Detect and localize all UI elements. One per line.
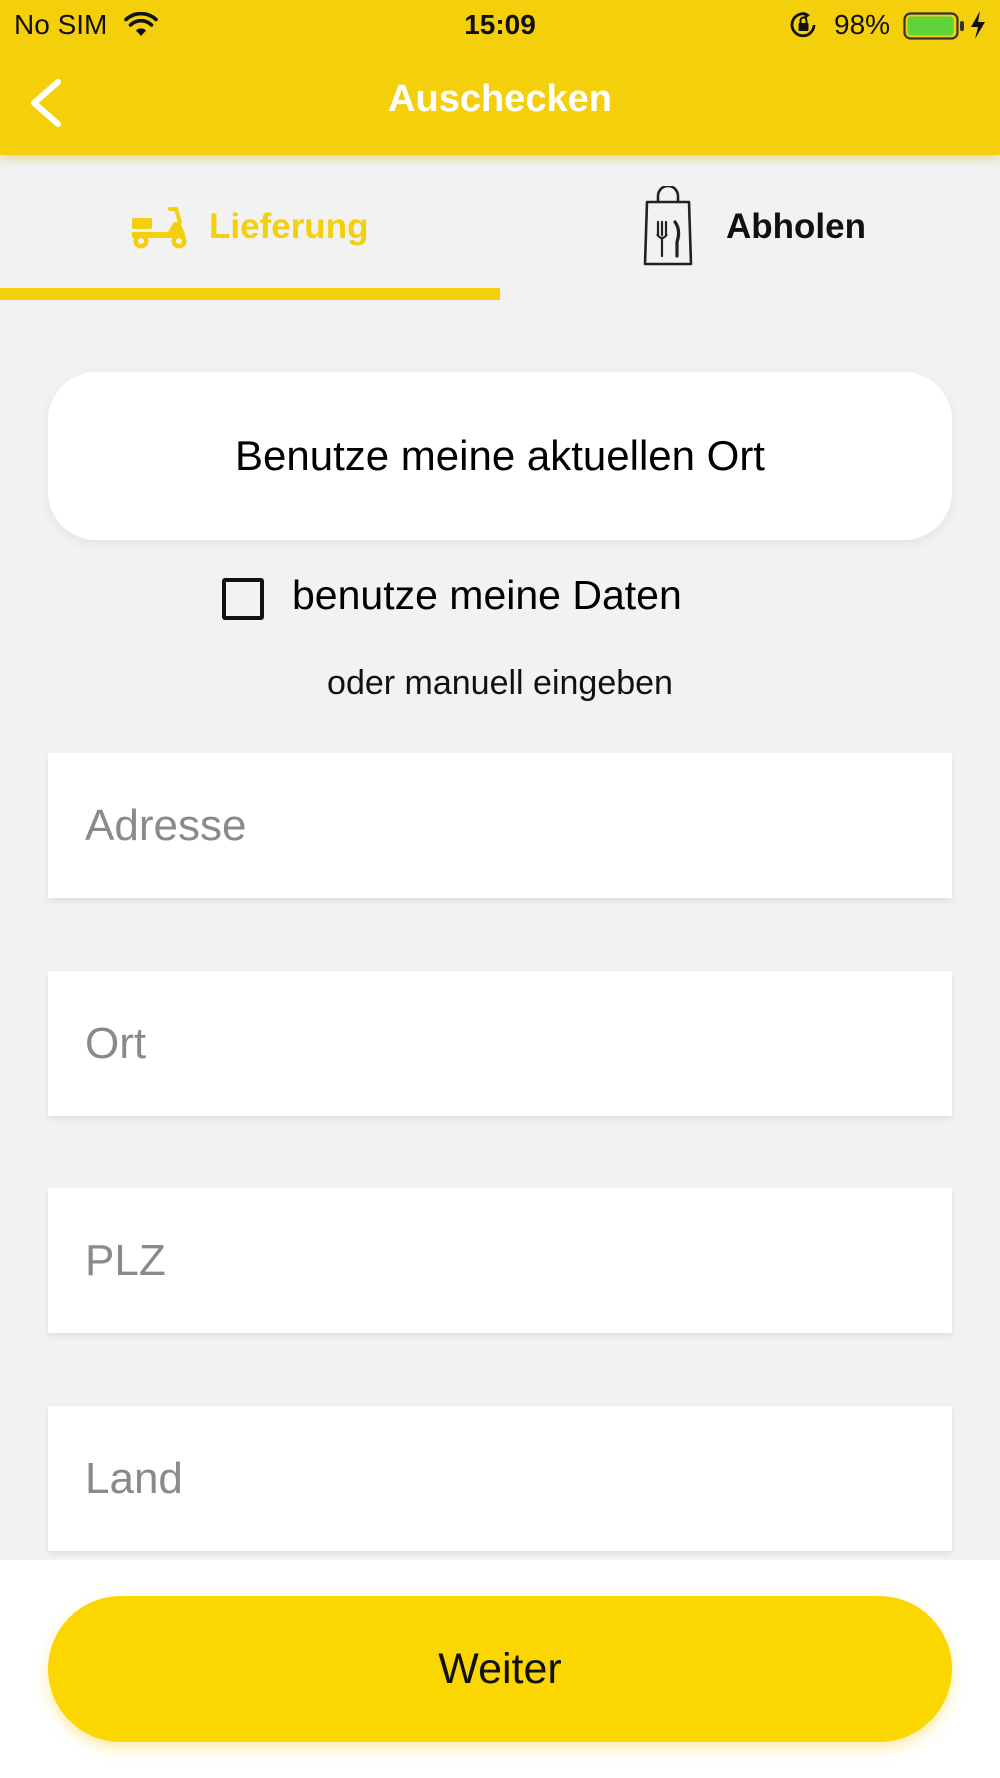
delivery-mode-tabs: Lieferung Abholen [0, 155, 1000, 300]
address-input[interactable] [48, 753, 952, 898]
zip-input[interactable] [48, 1188, 952, 1333]
bottom-bar: Weiter [0, 1560, 1000, 1778]
active-tab-indicator [0, 288, 500, 300]
page-title: Auschecken [388, 78, 612, 120]
charging-bolt-icon [968, 10, 988, 45]
use-my-data-checkbox[interactable] [222, 578, 264, 620]
use-my-data-label: benutze meine Daten [292, 571, 682, 618]
tab-delivery[interactable]: Lieferung [0, 155, 500, 300]
tab-pickup[interactable]: Abholen [500, 155, 1000, 300]
manual-entry-hint: oder manuell eingeben [327, 664, 673, 702]
tab-delivery-label: Lieferung [209, 207, 369, 246]
use-my-data-option[interactable]: benutze meine Daten [222, 570, 682, 620]
orientation-lock-icon [789, 11, 819, 44]
country-input[interactable] [48, 1406, 952, 1551]
city-input[interactable] [48, 971, 952, 1116]
use-current-location-button[interactable]: Benutze meine aktuellen Ort [48, 372, 952, 540]
tab-pickup-label: Abholen [726, 207, 866, 246]
status-bar: No SIM 15:09 98% [0, 0, 1000, 50]
checkout-screen: No SIM 15:09 98% Auschecken Lieferung Ab… [0, 0, 1000, 1778]
shopping-bag-cutlery-icon [641, 184, 695, 273]
next-button[interactable]: Weiter [48, 1596, 952, 1742]
header: No SIM 15:09 98% Auschecken [0, 0, 1000, 155]
scooter-icon [130, 205, 190, 256]
battery-percent: 98% [834, 9, 891, 40]
battery-icon [903, 12, 965, 45]
